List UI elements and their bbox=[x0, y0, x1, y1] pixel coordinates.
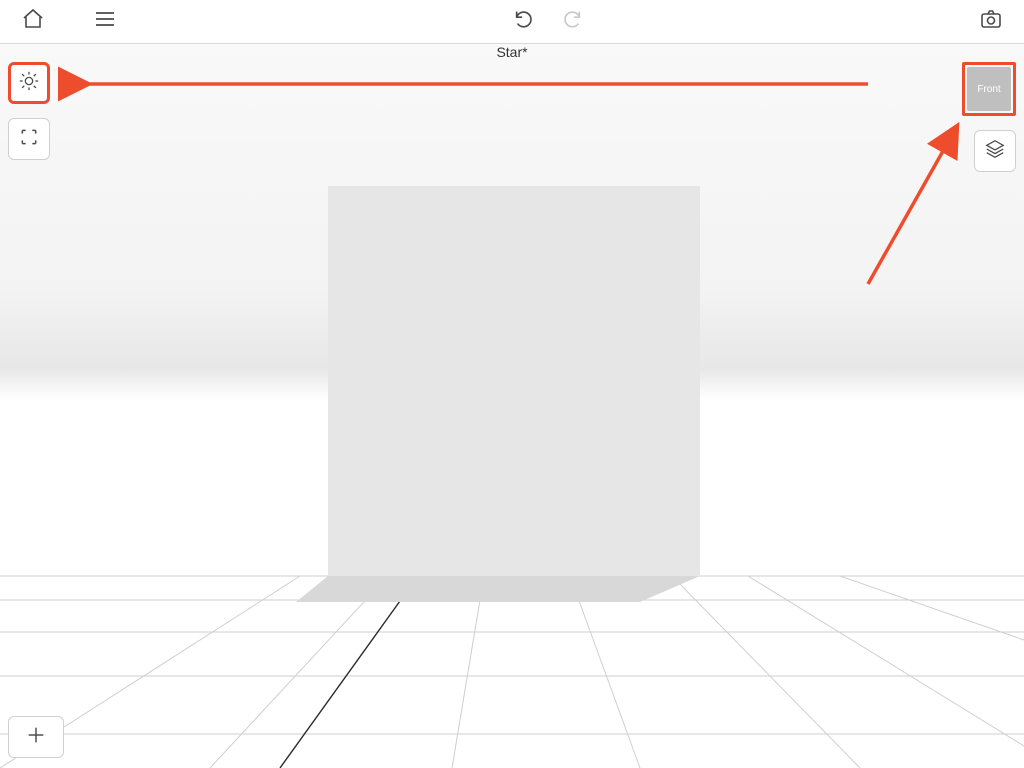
redo-icon bbox=[561, 8, 583, 35]
home-icon bbox=[21, 7, 45, 36]
undo-button[interactable] bbox=[509, 7, 539, 37]
floor-grid bbox=[0, 576, 1024, 768]
menu-button[interactable] bbox=[90, 7, 120, 37]
layers-icon bbox=[984, 138, 1006, 165]
viewport-3d[interactable] bbox=[0, 0, 1024, 768]
viewcube-callout: Front bbox=[962, 62, 1016, 116]
home-button[interactable] bbox=[18, 7, 48, 37]
camera-icon bbox=[978, 7, 1004, 36]
redo-button[interactable] bbox=[557, 7, 587, 37]
viewcube-face-label: Front bbox=[977, 84, 1000, 95]
add-icon bbox=[25, 722, 47, 753]
viewcube[interactable]: Front bbox=[967, 67, 1011, 111]
selection-tool-button[interactable] bbox=[8, 118, 50, 160]
add-button[interactable] bbox=[8, 716, 64, 758]
menu-icon bbox=[93, 7, 117, 36]
document-title-bar: Star* bbox=[0, 44, 1024, 68]
right-tool-column: Front bbox=[962, 62, 1016, 172]
camera-button[interactable] bbox=[976, 7, 1006, 37]
selection-box-icon bbox=[19, 127, 39, 152]
top-toolbar bbox=[0, 0, 1024, 44]
environment-light-button[interactable] bbox=[8, 62, 50, 104]
cube-front-face[interactable] bbox=[328, 186, 700, 576]
left-tool-column bbox=[8, 62, 50, 160]
document-title: Star* bbox=[496, 44, 527, 60]
layers-button[interactable] bbox=[974, 130, 1016, 172]
cube-shadow bbox=[296, 576, 700, 602]
undo-icon bbox=[513, 8, 535, 35]
sun-icon bbox=[18, 70, 40, 97]
